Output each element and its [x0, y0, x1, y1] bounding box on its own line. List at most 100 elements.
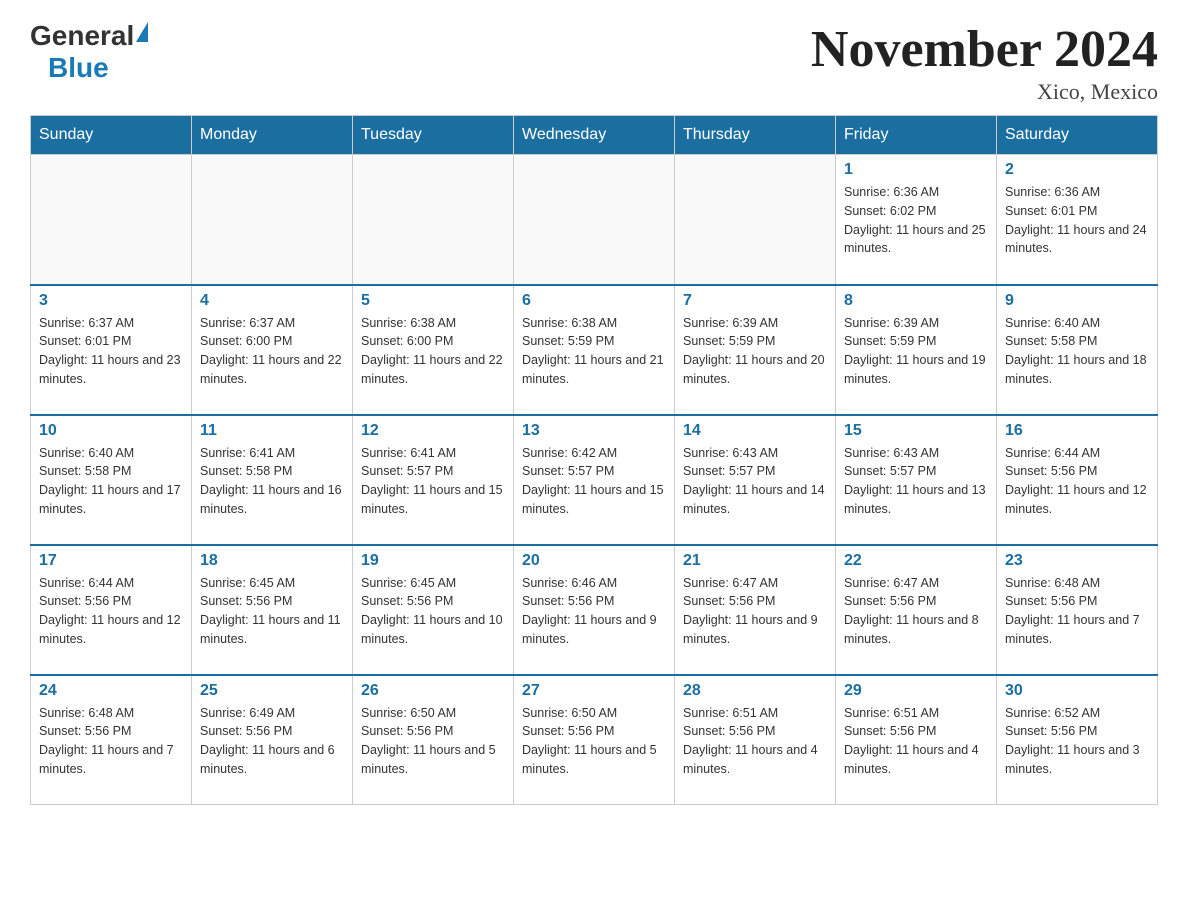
day-number: 28	[683, 682, 827, 700]
day-sun-info: Sunrise: 6:49 AMSunset: 5:56 PMDaylight:…	[200, 704, 344, 779]
day-sun-info: Sunrise: 6:46 AMSunset: 5:56 PMDaylight:…	[522, 574, 666, 649]
day-of-week-header: Friday	[836, 116, 997, 155]
calendar-day-cell: 29 Sunrise: 6:51 AMSunset: 5:56 PMDayligh…	[836, 675, 997, 805]
title-section: November 2024 Xico, Mexico	[811, 20, 1158, 105]
calendar-location: Xico, Mexico	[811, 79, 1158, 105]
day-number: 26	[361, 682, 505, 700]
day-sun-info: Sunrise: 6:50 AMSunset: 5:56 PMDaylight:…	[361, 704, 505, 779]
calendar-day-cell: 24Sunrise: 6:48 AMSunset: 5:56 PMDayligh…	[31, 675, 192, 805]
day-sun-info: Sunrise: 6:39 AMSunset: 5:59 PMDaylight:…	[683, 314, 827, 389]
day-sun-info: Sunrise: 6:41 AMSunset: 5:58 PMDaylight:…	[200, 444, 344, 519]
calendar-week-row: 10 Sunrise: 6:40 AMSunset: 5:58 PMDayligh…	[31, 415, 1158, 545]
day-sun-info: Sunrise: 6:44 AMSunset: 5:56 PMDaylight:…	[1005, 444, 1149, 519]
calendar-day-cell	[31, 155, 192, 285]
calendar-title: November 2024	[811, 20, 1158, 79]
calendar-day-cell: 4 Sunrise: 6:37 AMSunset: 6:00 PMDaylight…	[192, 285, 353, 415]
day-number: 23	[1005, 552, 1149, 570]
calendar-day-cell: 14 Sunrise: 6:43 AMSunset: 5:57 PMDayligh…	[675, 415, 836, 545]
calendar-day-cell: 12 Sunrise: 6:41 AMSunset: 5:57 PMDayligh…	[353, 415, 514, 545]
logo-triangle-icon	[136, 22, 148, 42]
day-number: 27	[522, 682, 666, 700]
day-number: 30	[1005, 682, 1149, 700]
calendar-day-cell: 28 Sunrise: 6:51 AMSunset: 5:56 PMDayligh…	[675, 675, 836, 805]
calendar-day-cell: 27 Sunrise: 6:50 AMSunset: 5:56 PMDayligh…	[514, 675, 675, 805]
calendar-day-cell: 18 Sunrise: 6:45 AMSunset: 5:56 PMDayligh…	[192, 545, 353, 675]
day-sun-info: Sunrise: 6:45 AMSunset: 5:56 PMDaylight:…	[200, 574, 344, 649]
calendar-day-cell: 8 Sunrise: 6:39 AMSunset: 5:59 PMDaylight…	[836, 285, 997, 415]
day-sun-info: Sunrise: 6:42 AMSunset: 5:57 PMDaylight:…	[522, 444, 666, 519]
day-sun-info: Sunrise: 6:40 AMSunset: 5:58 PMDaylight:…	[39, 444, 183, 519]
logo: General Blue	[30, 20, 148, 84]
day-number: 11	[200, 422, 344, 440]
day-number: 8	[844, 292, 988, 310]
day-number: 17	[39, 552, 183, 570]
day-of-week-header: Thursday	[675, 116, 836, 155]
day-number: 10	[39, 422, 183, 440]
day-sun-info: Sunrise: 6:51 AMSunset: 5:56 PMDaylight:…	[844, 704, 988, 779]
calendar-day-cell: 22 Sunrise: 6:47 AMSunset: 5:56 PMDayligh…	[836, 545, 997, 675]
day-of-week-header: Sunday	[31, 116, 192, 155]
calendar-day-cell: 13 Sunrise: 6:42 AMSunset: 5:57 PMDayligh…	[514, 415, 675, 545]
day-sun-info: Sunrise: 6:48 AMSunset: 5:56 PMDaylight:…	[1005, 574, 1149, 649]
calendar-week-row: 17 Sunrise: 6:44 AMSunset: 5:56 PMDayligh…	[31, 545, 1158, 675]
calendar-day-cell: 2Sunrise: 6:36 AMSunset: 6:01 PMDaylight…	[997, 155, 1158, 285]
day-number: 16	[1005, 422, 1149, 440]
day-sun-info: Sunrise: 6:52 AMSunset: 5:56 PMDaylight:…	[1005, 704, 1149, 779]
day-sun-info: Sunrise: 6:41 AMSunset: 5:57 PMDaylight:…	[361, 444, 505, 519]
calendar-day-cell	[353, 155, 514, 285]
calendar-day-cell: 21Sunrise: 6:47 AMSunset: 5:56 PMDayligh…	[675, 545, 836, 675]
calendar-table: SundayMondayTuesdayWednesdayThursdayFrid…	[30, 115, 1158, 805]
day-sun-info: Sunrise: 6:36 AMSunset: 6:01 PMDaylight:…	[1005, 183, 1149, 258]
calendar-day-cell: 10 Sunrise: 6:40 AMSunset: 5:58 PMDayligh…	[31, 415, 192, 545]
day-sun-info: Sunrise: 6:43 AMSunset: 5:57 PMDaylight:…	[683, 444, 827, 519]
calendar-day-cell: 9 Sunrise: 6:40 AMSunset: 5:58 PMDaylight…	[997, 285, 1158, 415]
day-number: 22	[844, 552, 988, 570]
day-sun-info: Sunrise: 6:44 AMSunset: 5:56 PMDaylight:…	[39, 574, 183, 649]
calendar-day-cell: 5 Sunrise: 6:38 AMSunset: 6:00 PMDaylight…	[353, 285, 514, 415]
day-sun-info: Sunrise: 6:43 AMSunset: 5:57 PMDaylight:…	[844, 444, 988, 519]
day-number: 9	[1005, 292, 1149, 310]
calendar-day-cell: 19Sunrise: 6:45 AMSunset: 5:56 PMDayligh…	[353, 545, 514, 675]
page-header: General Blue November 2024 Xico, Mexico	[30, 20, 1158, 105]
day-sun-info: Sunrise: 6:40 AMSunset: 5:58 PMDaylight:…	[1005, 314, 1149, 389]
calendar-day-cell: 11 Sunrise: 6:41 AMSunset: 5:58 PMDayligh…	[192, 415, 353, 545]
day-number: 29	[844, 682, 988, 700]
day-number: 12	[361, 422, 505, 440]
day-number: 18	[200, 552, 344, 570]
calendar-day-cell: 25Sunrise: 6:49 AMSunset: 5:56 PMDayligh…	[192, 675, 353, 805]
day-sun-info: Sunrise: 6:50 AMSunset: 5:56 PMDaylight:…	[522, 704, 666, 779]
day-sun-info: Sunrise: 6:38 AMSunset: 6:00 PMDaylight:…	[361, 314, 505, 389]
day-number: 3	[39, 292, 183, 310]
day-number: 24	[39, 682, 183, 700]
day-number: 4	[200, 292, 344, 310]
day-number: 5	[361, 292, 505, 310]
calendar-day-cell	[514, 155, 675, 285]
calendar-day-cell: 17 Sunrise: 6:44 AMSunset: 5:56 PMDayligh…	[31, 545, 192, 675]
day-sun-info: Sunrise: 6:51 AMSunset: 5:56 PMDaylight:…	[683, 704, 827, 779]
calendar-week-row: 1 Sunrise: 6:36 AMSunset: 6:02 PMDaylight…	[31, 155, 1158, 285]
calendar-day-cell: 26 Sunrise: 6:50 AMSunset: 5:56 PMDayligh…	[353, 675, 514, 805]
day-of-week-header: Monday	[192, 116, 353, 155]
day-number: 13	[522, 422, 666, 440]
calendar-day-cell	[675, 155, 836, 285]
day-number: 1	[844, 161, 988, 179]
day-of-week-header: Wednesday	[514, 116, 675, 155]
day-number: 7	[683, 292, 827, 310]
day-number: 15	[844, 422, 988, 440]
day-sun-info: Sunrise: 6:38 AMSunset: 5:59 PMDaylight:…	[522, 314, 666, 389]
day-number: 14	[683, 422, 827, 440]
day-of-week-header: Saturday	[997, 116, 1158, 155]
day-sun-info: Sunrise: 6:37 AMSunset: 6:01 PMDaylight:…	[39, 314, 183, 389]
day-sun-info: Sunrise: 6:39 AMSunset: 5:59 PMDaylight:…	[844, 314, 988, 389]
day-sun-info: Sunrise: 6:36 AMSunset: 6:02 PMDaylight:…	[844, 183, 988, 258]
day-sun-info: Sunrise: 6:37 AMSunset: 6:00 PMDaylight:…	[200, 314, 344, 389]
calendar-day-cell: 20Sunrise: 6:46 AMSunset: 5:56 PMDayligh…	[514, 545, 675, 675]
calendar-week-row: 3 Sunrise: 6:37 AMSunset: 6:01 PMDaylight…	[31, 285, 1158, 415]
day-sun-info: Sunrise: 6:47 AMSunset: 5:56 PMDaylight:…	[844, 574, 988, 649]
calendar-week-row: 24Sunrise: 6:48 AMSunset: 5:56 PMDayligh…	[31, 675, 1158, 805]
calendar-day-cell: 3 Sunrise: 6:37 AMSunset: 6:01 PMDaylight…	[31, 285, 192, 415]
calendar-day-cell: 6Sunrise: 6:38 AMSunset: 5:59 PMDaylight…	[514, 285, 675, 415]
day-number: 19	[361, 552, 505, 570]
day-sun-info: Sunrise: 6:47 AMSunset: 5:56 PMDaylight:…	[683, 574, 827, 649]
calendar-day-cell: 1 Sunrise: 6:36 AMSunset: 6:02 PMDaylight…	[836, 155, 997, 285]
